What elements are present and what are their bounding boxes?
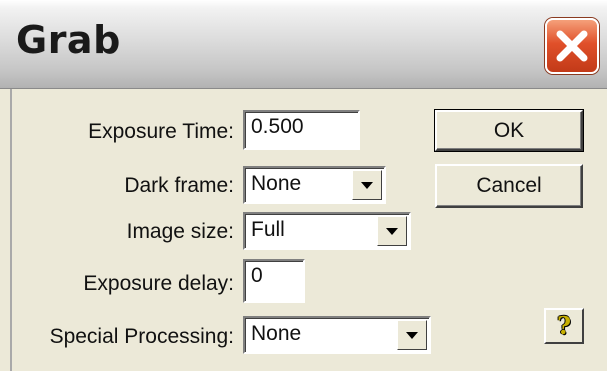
- special-processing-value: None: [251, 322, 302, 345]
- dark-frame-dropdown-button[interactable]: [352, 170, 382, 200]
- chevron-down-icon: [406, 332, 418, 339]
- exposure-delay-input[interactable]: 0: [243, 259, 305, 303]
- help-button[interactable]: ?: [544, 308, 584, 344]
- cancel-button[interactable]: Cancel: [435, 164, 583, 208]
- dark-frame-label: Dark frame:: [124, 174, 234, 197]
- image-size-select[interactable]: Full: [243, 212, 411, 250]
- dark-frame-select[interactable]: None: [243, 166, 386, 204]
- special-processing-label: Special Processing:: [49, 325, 234, 348]
- dark-frame-value: None: [251, 172, 302, 195]
- exposure-time-label: Exposure Time:: [88, 120, 234, 143]
- title-bar[interactable]: Grab: [0, 0, 607, 89]
- chevron-down-icon: [361, 182, 373, 189]
- exposure-delay-label: Exposure delay:: [83, 272, 234, 295]
- exposure-time-input[interactable]: 0.500: [243, 110, 360, 150]
- window-title: Grab: [16, 18, 121, 62]
- grab-dialog: Grab Exposure Time: 0.500 Dark frame: No…: [0, 0, 607, 371]
- dialog-left-edge: [10, 89, 12, 371]
- image-size-label: Image size:: [126, 220, 234, 243]
- special-processing-dropdown-button[interactable]: [397, 320, 427, 350]
- image-size-dropdown-button[interactable]: [377, 216, 407, 246]
- ok-button[interactable]: OK: [434, 109, 584, 152]
- close-x-icon: [556, 30, 588, 62]
- image-size-value: Full: [251, 218, 285, 241]
- close-button[interactable]: [545, 18, 599, 74]
- chevron-down-icon: [386, 228, 398, 235]
- question-mark-icon: ?: [556, 311, 572, 340]
- special-processing-select[interactable]: None: [243, 316, 431, 354]
